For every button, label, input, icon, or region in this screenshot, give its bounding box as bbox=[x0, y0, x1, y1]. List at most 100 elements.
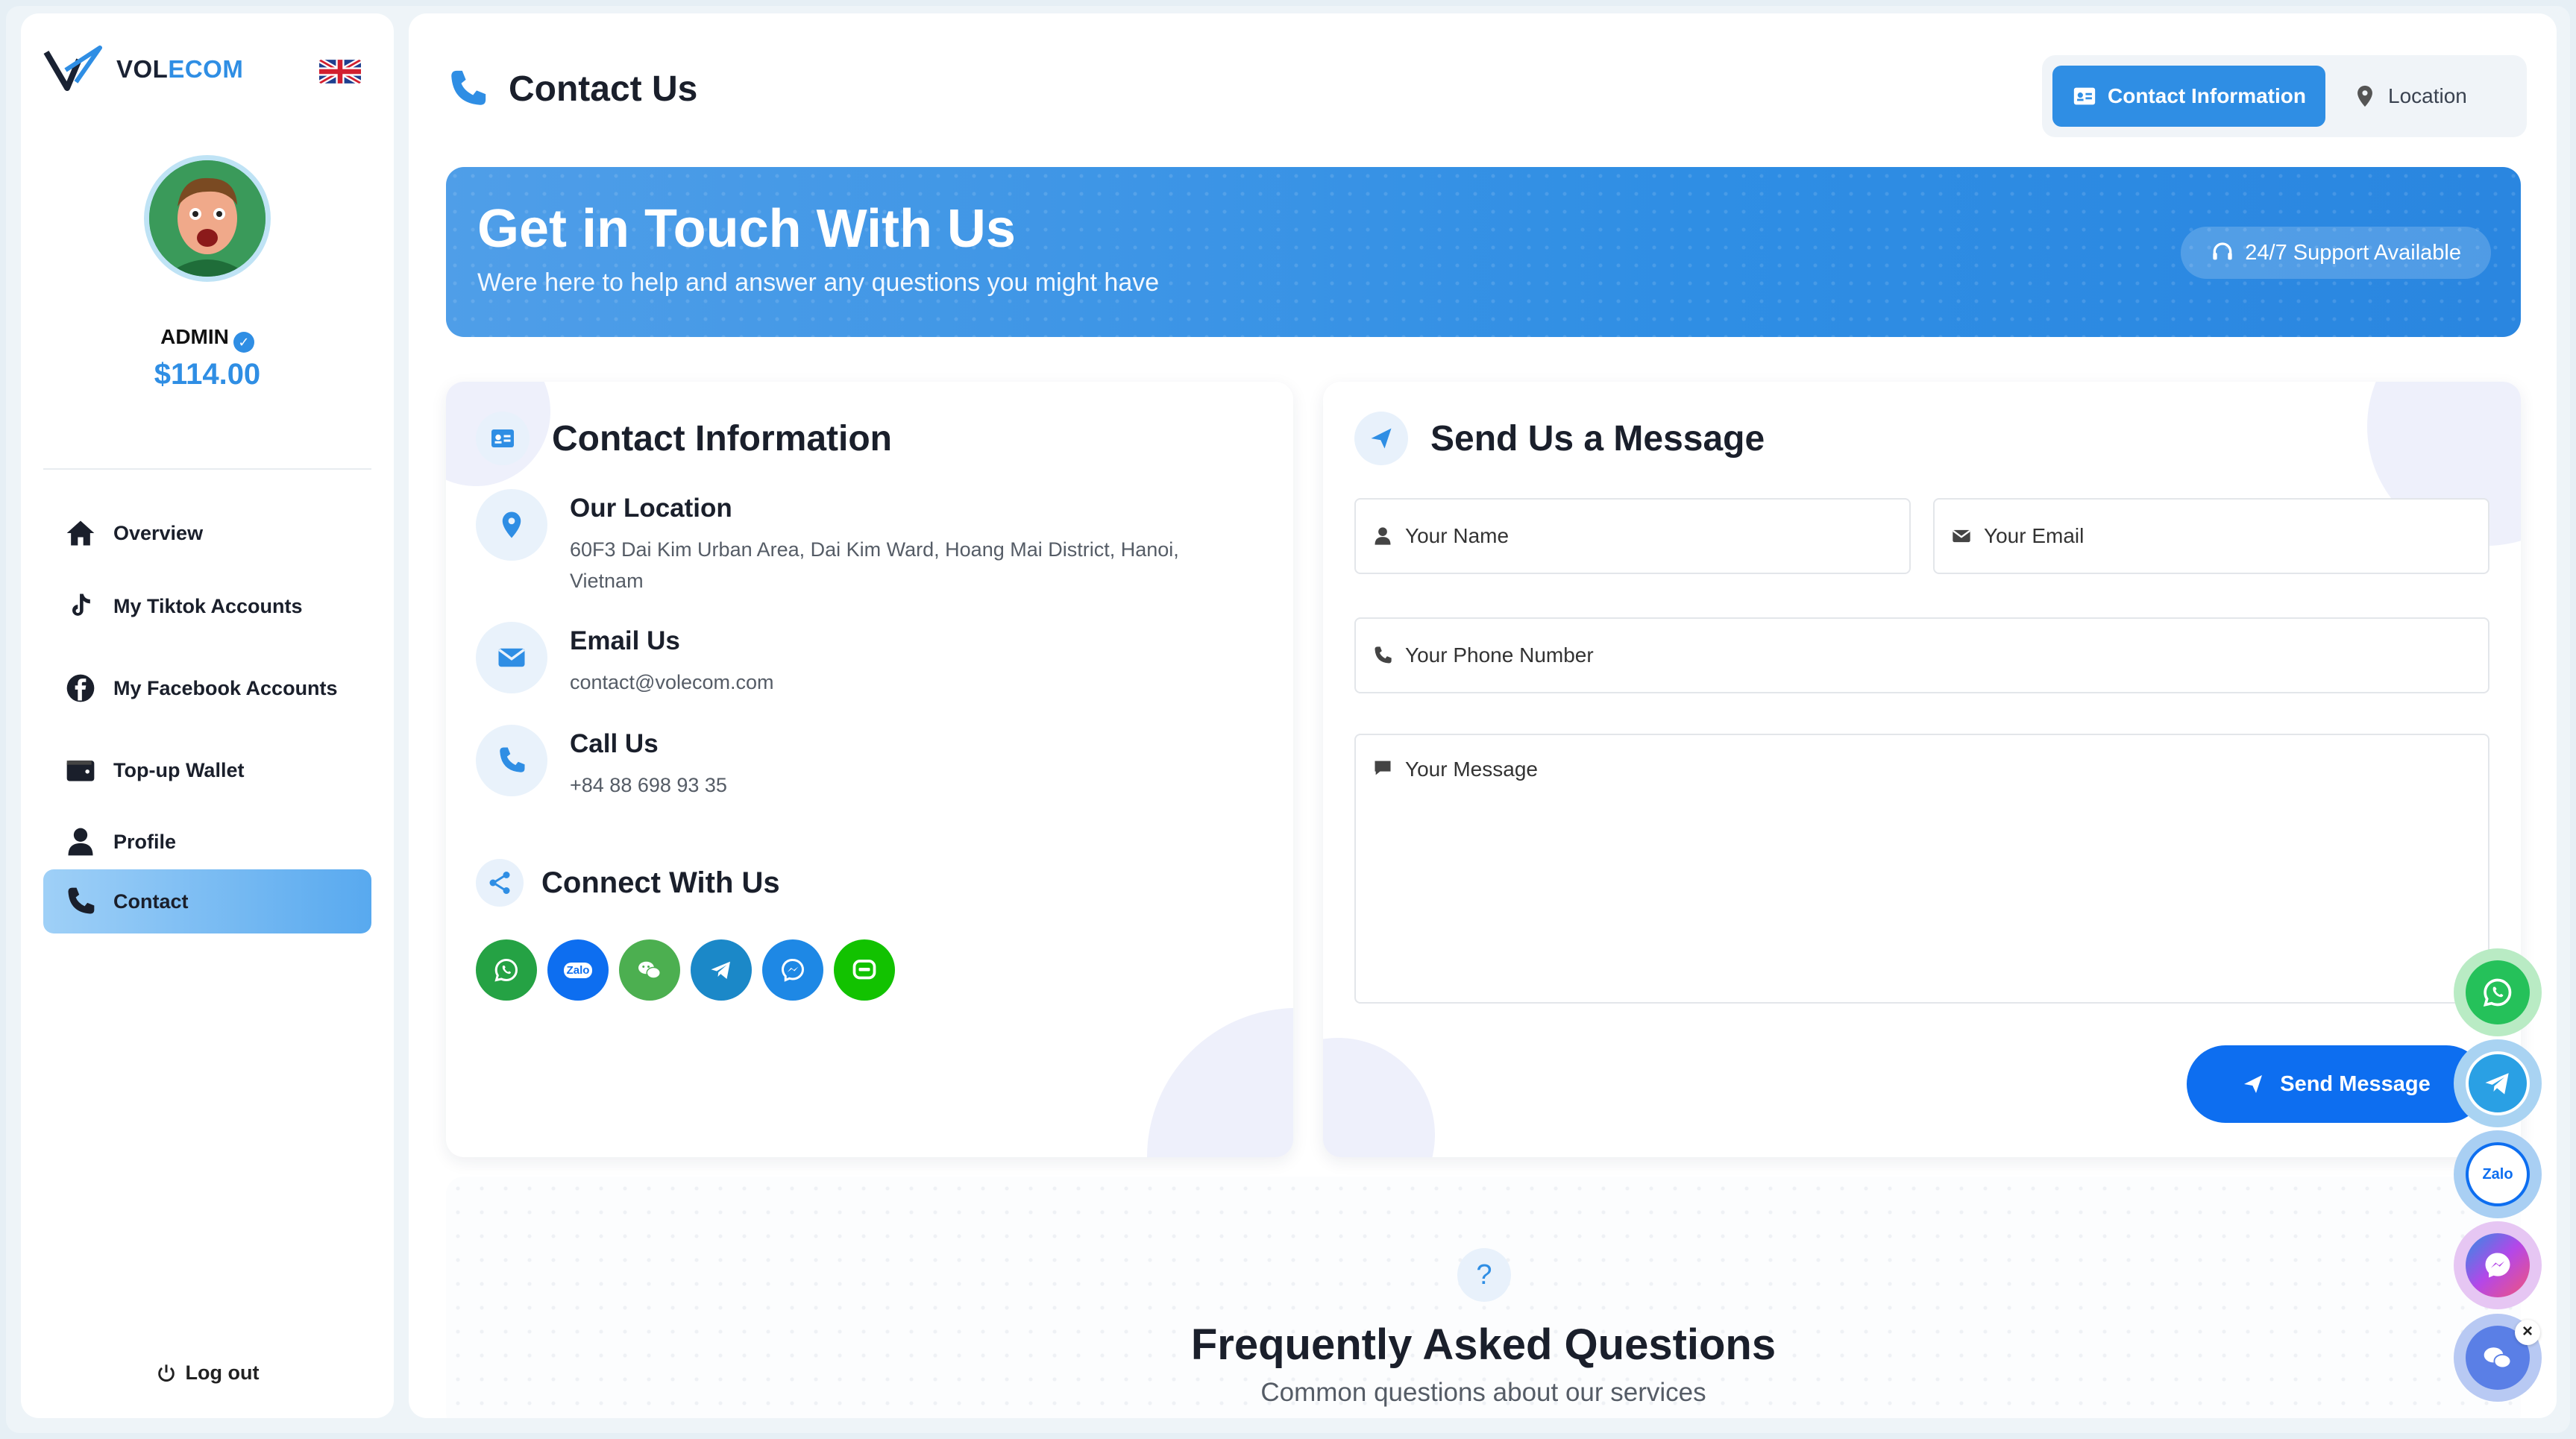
message-textarea[interactable]: Your Message bbox=[1354, 734, 2489, 1004]
user-name: ADMIN ✓ bbox=[21, 325, 394, 353]
messenger-button[interactable] bbox=[762, 939, 823, 1001]
sidebar: VOLECOM ADMIN ✓ $114.00 Overview My Tikto… bbox=[21, 13, 394, 1418]
hero-banner: Get in Touch With Us Were here to help a… bbox=[446, 167, 2521, 337]
telegram-icon bbox=[2485, 1073, 2509, 1095]
logout-button[interactable]: Log out bbox=[21, 1361, 394, 1385]
float-messenger-button[interactable] bbox=[2454, 1221, 2542, 1309]
map-pin-icon bbox=[2357, 85, 2372, 107]
tab-location[interactable]: Location bbox=[2333, 66, 2487, 127]
decorative-circle bbox=[1147, 1008, 1293, 1157]
contact-info-card: Contact Information Our Location 60F3 Da… bbox=[446, 382, 1293, 1157]
id-card-icon bbox=[491, 429, 514, 447]
form-heading: Send Us a Message bbox=[1354, 412, 1765, 465]
whatsapp-button[interactable] bbox=[476, 939, 537, 1001]
phone-icon bbox=[500, 747, 525, 772]
paper-plane-icon bbox=[1371, 428, 1392, 449]
phone-info: Call Us +84 88 698 93 35 bbox=[476, 725, 727, 801]
user-icon bbox=[68, 828, 93, 856]
sidebar-item-label: Overview bbox=[113, 521, 204, 544]
decorative-circle bbox=[1323, 1038, 1435, 1157]
avatar-face-icon bbox=[149, 160, 266, 277]
power-icon bbox=[157, 1364, 175, 1382]
sidebar-item-label: Contact bbox=[113, 889, 189, 913]
brand-name: VOLECOM bbox=[116, 55, 244, 83]
phone-number[interactable]: +84 88 698 93 35 bbox=[570, 769, 727, 801]
map-pin-icon bbox=[502, 511, 521, 538]
close-chat-widget-button[interactable]: × bbox=[2515, 1320, 2540, 1345]
paper-plane-icon bbox=[2244, 1075, 2263, 1093]
zalo-icon: Zalo bbox=[563, 962, 593, 978]
chat-bubbles-icon bbox=[2484, 1347, 2512, 1369]
hero-title: Get in Touch With Us bbox=[477, 199, 1016, 259]
messenger-icon bbox=[2485, 1253, 2510, 1278]
sidebar-divider bbox=[43, 468, 371, 470]
id-card-icon bbox=[2073, 87, 2096, 105]
tiktok-icon bbox=[72, 593, 90, 616]
phone-input[interactable]: Your Phone Number bbox=[1354, 617, 2489, 693]
zalo-button[interactable]: Zalo bbox=[547, 939, 609, 1001]
main-content: Contact Us Contact Information Location … bbox=[409, 13, 2557, 1418]
email-input[interactable]: Your Email bbox=[1933, 498, 2489, 574]
page-title: Contact Us bbox=[446, 67, 697, 110]
sidebar-item-facebook[interactable]: My Facebook Accounts bbox=[43, 656, 371, 720]
envelope-icon bbox=[1953, 529, 1970, 543]
sidebar-item-label: My Facebook Accounts bbox=[113, 676, 338, 699]
float-telegram-button[interactable] bbox=[2454, 1039, 2542, 1127]
location-address: 60F3 Dai Kim Urban Area, Dai Kim Ward, H… bbox=[570, 538, 1179, 592]
sidebar-item-label: My Tiktok Accounts bbox=[113, 594, 303, 617]
name-input[interactable]: Your Name bbox=[1354, 498, 1911, 574]
telegram-button[interactable] bbox=[691, 939, 752, 1001]
view-tabs: Contact Information Location bbox=[2042, 55, 2527, 137]
home-icon bbox=[66, 520, 95, 546]
location-info: Our Location 60F3 Dai Kim Urban Area, Da… bbox=[476, 489, 1179, 596]
email-address[interactable]: contact@volecom.com bbox=[570, 667, 774, 698]
sidebar-item-profile[interactable]: Profile bbox=[43, 810, 371, 874]
location-title: Our Location bbox=[570, 494, 732, 523]
zalo-icon: Zalo bbox=[2482, 1165, 2513, 1183]
contact-info-heading: Contact Information bbox=[476, 412, 892, 465]
connect-heading: Connect With Us bbox=[476, 859, 780, 907]
float-whatsapp-button[interactable] bbox=[2454, 948, 2542, 1036]
sidebar-item-contact[interactable]: Contact bbox=[43, 869, 371, 933]
sidebar-item-label: Top-up Wallet bbox=[113, 758, 245, 781]
comment-icon bbox=[1375, 761, 1391, 775]
support-badge: 24/7 Support Available bbox=[2181, 227, 2491, 279]
email-title: Email Us bbox=[570, 626, 680, 655]
wechat-icon bbox=[638, 961, 661, 979]
line-button[interactable] bbox=[834, 939, 895, 1001]
phone-icon bbox=[1375, 646, 1392, 664]
headset-icon bbox=[2213, 242, 2232, 260]
facebook-icon bbox=[66, 674, 95, 702]
wallet-balance: $114.00 bbox=[154, 358, 261, 391]
wechat-button[interactable] bbox=[619, 939, 680, 1001]
sidebar-item-label: Profile bbox=[113, 830, 177, 853]
whatsapp-icon bbox=[2483, 978, 2512, 1007]
sidebar-item-overview[interactable]: Overview bbox=[43, 501, 371, 565]
email-info: Email Us contact@volecom.com bbox=[476, 622, 774, 698]
envelope-icon bbox=[498, 648, 525, 667]
user-icon bbox=[1375, 527, 1391, 545]
faq-title: Frequently Asked Questions bbox=[1190, 1320, 1777, 1369]
phone-icon bbox=[451, 70, 486, 105]
message-form-card: Send Us a Message Your Name Your Email Y… bbox=[1323, 382, 2521, 1157]
social-links: Zalo bbox=[476, 939, 895, 1001]
faq-subtitle: Common questions about our services bbox=[1260, 1378, 1706, 1407]
sidebar-item-wallet[interactable]: Top-up Wallet bbox=[43, 738, 371, 802]
float-zalo-button[interactable]: Zalo bbox=[2454, 1130, 2542, 1218]
send-message-button[interactable]: Send Message bbox=[2187, 1045, 2485, 1123]
tab-contact-information[interactable]: Contact Information bbox=[2052, 66, 2325, 127]
question-icon: ? bbox=[1457, 1248, 1511, 1302]
sidebar-item-tiktok[interactable]: My Tiktok Accounts bbox=[43, 574, 371, 638]
messenger-icon bbox=[782, 959, 804, 982]
hero-subtitle: Were here to help and answer any questio… bbox=[477, 268, 1160, 297]
call-title: Call Us bbox=[570, 729, 659, 758]
volecom-logo-icon bbox=[43, 45, 102, 91]
uk-flag-icon[interactable] bbox=[319, 60, 361, 84]
share-icon bbox=[489, 872, 510, 894]
faq-section: ? Frequently Asked Questions Common ques… bbox=[446, 1177, 2521, 1418]
wallet-icon bbox=[66, 761, 95, 781]
avatar[interactable] bbox=[144, 155, 271, 282]
verified-badge-icon: ✓ bbox=[233, 332, 254, 353]
phone-icon bbox=[68, 887, 95, 914]
brand-logo[interactable]: VOLECOM bbox=[43, 45, 243, 94]
